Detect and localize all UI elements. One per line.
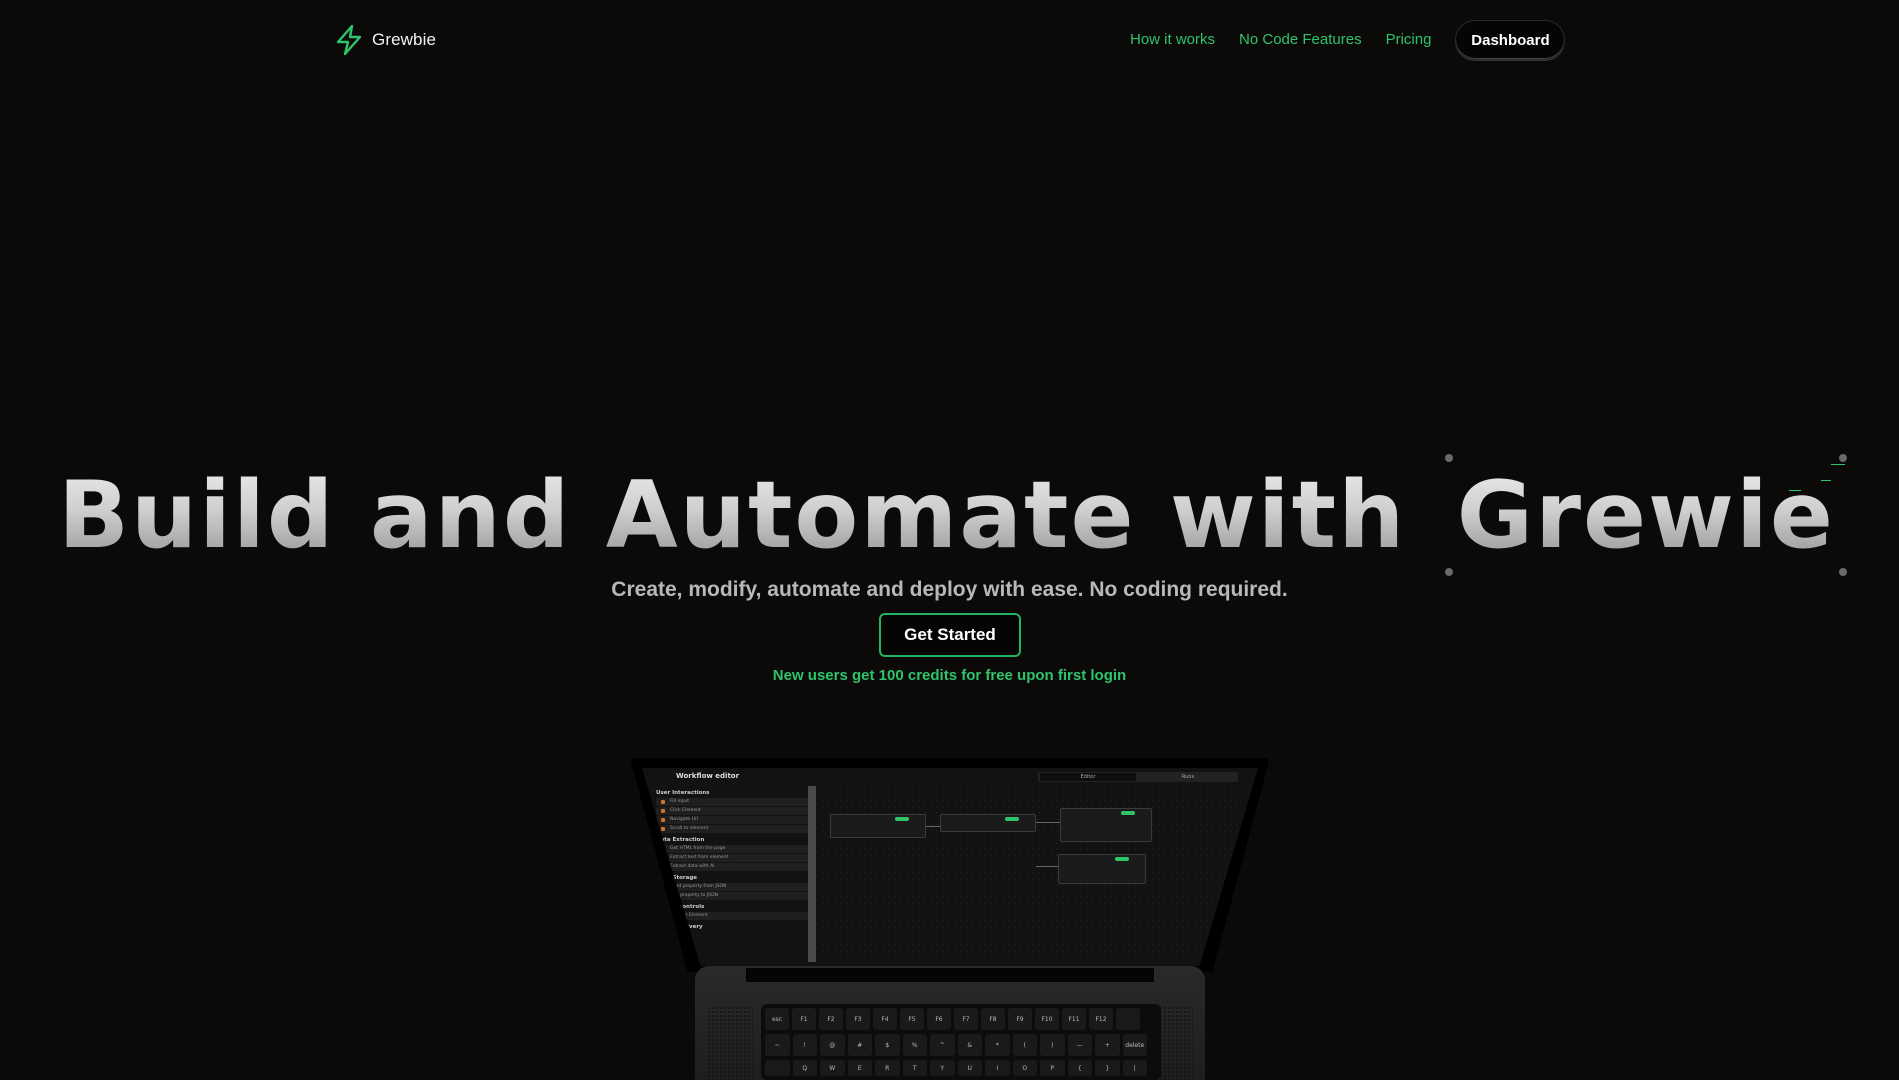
key: @ <box>820 1034 845 1056</box>
node-connector <box>1036 822 1060 823</box>
tab-runs: Runs <box>1181 774 1195 780</box>
hero-subtitle: Create, modify, automate and deploy with… <box>611 578 1288 601</box>
key: | <box>1122 1060 1147 1076</box>
key: ! <box>792 1034 817 1056</box>
task-item: Fill input <box>656 798 812 806</box>
key: F7 <box>954 1008 978 1030</box>
top-nav: Grewbie How it works No Code Features Pr… <box>0 0 1899 80</box>
brand-name: Grewbie <box>372 30 437 49</box>
sparkle-line <box>1820 480 1831 481</box>
corner-handle <box>1444 568 1453 576</box>
corner-handle <box>1838 454 1847 462</box>
dashboard-button[interactable]: Dashboard <box>1455 20 1566 60</box>
hero-title-highlight: Grewie <box>1456 461 1835 569</box>
section-title: Data Extraction <box>656 837 705 843</box>
key: Y <box>930 1060 955 1076</box>
key: O <box>1012 1060 1037 1076</box>
laptop-hinge <box>746 968 1154 982</box>
key: I <box>985 1060 1010 1076</box>
key: } <box>1095 1060 1120 1076</box>
task-item: Get HTML from the page <box>656 845 812 853</box>
key: P <box>1040 1060 1065 1076</box>
key: & <box>957 1034 982 1056</box>
task-item: Click Element <box>656 807 812 815</box>
workflow-node <box>1060 808 1152 842</box>
nav-links: How it works No Code Features Pricing Da… <box>1130 20 1566 60</box>
task-item: Navigate Url <box>656 816 812 824</box>
key: F12 <box>1089 1008 1113 1030</box>
key: R <box>875 1060 900 1076</box>
hero-title-highlight-box: Grewie <box>1444 454 1847 576</box>
key: T <box>902 1060 927 1076</box>
key: F6 <box>927 1008 951 1030</box>
key: { <box>1067 1060 1092 1076</box>
nav-link-pricing[interactable]: Pricing <box>1386 20 1432 60</box>
node-connector <box>1036 866 1058 867</box>
workflow-editor-title: Workflow editor <box>676 772 740 780</box>
credits-note: New users get 100 credits for free upon … <box>772 667 1127 684</box>
key: ) <box>1040 1034 1065 1056</box>
key: F10 <box>1035 1008 1059 1030</box>
sparkle-line <box>1830 464 1845 465</box>
corner-handle <box>1838 568 1847 576</box>
key: ( <box>1012 1034 1037 1056</box>
key: F5 <box>900 1008 924 1030</box>
key: delete <box>1122 1034 1147 1056</box>
key: esc <box>765 1008 789 1030</box>
keyboard: esc F1 F2 F3 F4 F5 F6 F7 F8 F9 F10 F11 F… <box>761 1004 1161 1080</box>
key <box>765 1060 790 1076</box>
lightning-bolt-icon <box>336 24 362 56</box>
task-item: Scroll to element <box>656 825 812 833</box>
laptop-base: esc F1 F2 F3 F4 F5 F6 F7 F8 F9 F10 F11 F… <box>695 966 1205 1080</box>
key: F8 <box>981 1008 1005 1030</box>
keyboard-number-row: ~ ! @ # $ % ^ & * ( ) — + delete <box>765 1034 1157 1056</box>
key: F2 <box>819 1008 843 1030</box>
tab-editor: Editor <box>1040 773 1136 781</box>
key: F11 <box>1062 1008 1086 1030</box>
key: ^ <box>930 1034 955 1056</box>
sparkle-line <box>1788 490 1801 491</box>
key: Q <box>792 1060 817 1076</box>
key: + <box>1095 1034 1120 1056</box>
nav-link-no-code-features[interactable]: No Code Features <box>1239 20 1362 60</box>
key: F1 <box>792 1008 816 1030</box>
laptop-mockup: Workflow editor Editor Runs User Interac… <box>630 758 1270 1080</box>
brand-logo[interactable]: Grewbie <box>334 24 436 56</box>
laptop-screen: Workflow editor Editor Runs User Interac… <box>642 768 1258 966</box>
hero-title: Build and Automate with Grewie <box>0 454 1899 576</box>
workflow-node <box>1058 854 1146 884</box>
key: W <box>820 1060 845 1076</box>
task-item: Extract text from element <box>656 854 812 862</box>
key: * <box>985 1034 1010 1056</box>
key: F3 <box>846 1008 870 1030</box>
nav-link-how-it-works[interactable]: How it works <box>1130 20 1215 60</box>
section-title: Data Storage <box>656 875 697 881</box>
keyboard-fn-row: esc F1 F2 F3 F4 F5 F6 F7 F8 F9 F10 F11 F… <box>765 1008 1157 1030</box>
get-started-button[interactable]: Get Started <box>879 613 1021 657</box>
power-key <box>1116 1008 1140 1030</box>
workflow-node <box>830 814 926 838</box>
section-title: User Interactions <box>656 790 710 796</box>
key: # <box>847 1034 872 1056</box>
key: E <box>847 1060 872 1076</box>
task-item: Read property from JSON <box>656 883 812 891</box>
key: ~ <box>765 1034 790 1056</box>
workflow-node <box>940 814 1036 832</box>
corner-handle <box>1444 454 1453 462</box>
editor-tabs: Editor Runs <box>1038 772 1238 782</box>
key: F4 <box>873 1008 897 1030</box>
speaker-grille <box>707 1006 753 1080</box>
node-connector <box>926 826 940 827</box>
key: U <box>957 1060 982 1076</box>
task-item: Extract data with AI <box>656 863 812 871</box>
keyboard-alpha-row: Q W E R T Y U I O P { } | <box>765 1060 1157 1076</box>
key: % <box>902 1034 927 1056</box>
workflow-canvas <box>820 786 1240 962</box>
key: $ <box>875 1034 900 1056</box>
sidebar-divider <box>808 786 816 962</box>
key: F9 <box>1008 1008 1032 1030</box>
key: — <box>1067 1034 1092 1056</box>
hero-title-main: Build and Automate with <box>58 461 1407 569</box>
